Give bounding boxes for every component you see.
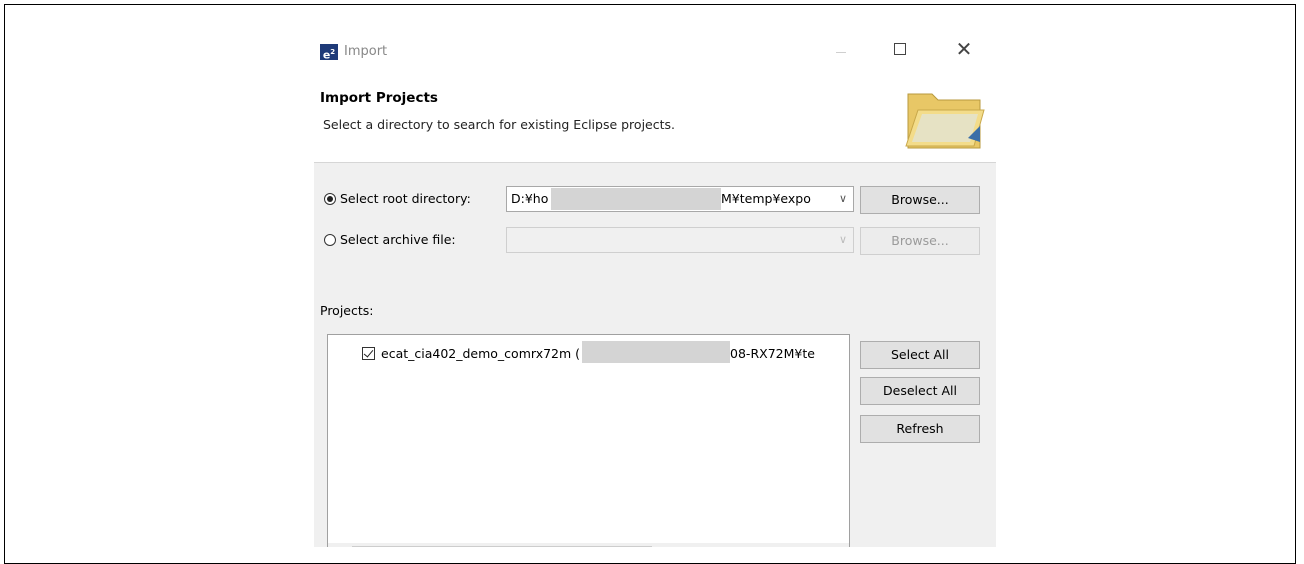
archive-file-label: Select archive file:	[340, 232, 456, 247]
folder-open-icon	[905, 93, 985, 149]
window-title: Import	[344, 44, 388, 59]
close-icon[interactable]: ✕	[954, 38, 974, 60]
chevron-down-icon[interactable]: ∨	[839, 228, 847, 252]
archive-file-combo[interactable]: ∨	[506, 227, 854, 253]
root-directory-combo[interactable]: D:¥ho M¥temp¥expo ∨	[506, 186, 854, 212]
scroll-left-icon[interactable]: <	[332, 543, 342, 547]
maximize-icon[interactable]	[894, 43, 906, 55]
page-description: Select a directory to search for existin…	[323, 117, 675, 132]
projects-list[interactable]: ecat_cia402_demo_comrx72m ( 08-RX72M¥te <…	[327, 334, 850, 547]
root-directory-radio[interactable]	[324, 193, 336, 205]
minimize-icon[interactable]	[836, 52, 846, 53]
root-directory-value-start: D:¥ho	[511, 191, 549, 206]
redacted-region	[551, 188, 721, 210]
root-directory-option[interactable]: Select root directory:	[324, 189, 471, 209]
redacted-region	[582, 341, 731, 363]
select-all-button[interactable]: Select All	[860, 341, 980, 369]
project-checkbox[interactable]	[362, 347, 375, 360]
project-name-end: 08-RX72M¥te	[730, 346, 815, 361]
archive-file-option[interactable]: Select archive file:	[324, 230, 456, 250]
wizard-body: Select root directory: D:¥ho M¥temp¥expo…	[314, 163, 996, 547]
refresh-button[interactable]: Refresh	[860, 415, 980, 443]
title-bar[interactable]: e2 Import ✕	[314, 28, 996, 72]
import-dialog: e2 Import ✕ Import Projects Select a dir…	[314, 28, 996, 547]
horizontal-scrollbar[interactable]: < >	[328, 543, 849, 547]
list-item[interactable]: ecat_cia402_demo_comrx72m ( 08-RX72M¥te	[362, 341, 815, 363]
e2-app-icon: e2	[320, 44, 338, 62]
page-title: Import Projects	[320, 90, 438, 106]
archive-file-radio[interactable]	[324, 234, 336, 246]
browse-archive-button[interactable]: Browse...	[860, 227, 980, 255]
browse-root-button[interactable]: Browse...	[860, 186, 980, 214]
root-directory-label: Select root directory:	[340, 191, 471, 206]
deselect-all-button[interactable]: Deselect All	[860, 377, 980, 405]
scroll-right-icon[interactable]: >	[831, 543, 841, 547]
project-name-start: ecat_cia402_demo_comrx72m (	[381, 346, 581, 361]
projects-label: Projects:	[320, 303, 374, 318]
chevron-down-icon[interactable]: ∨	[839, 187, 847, 211]
root-directory-value-end: M¥temp¥expo	[721, 191, 811, 206]
wizard-header: Import Projects Select a directory to se…	[314, 72, 996, 163]
